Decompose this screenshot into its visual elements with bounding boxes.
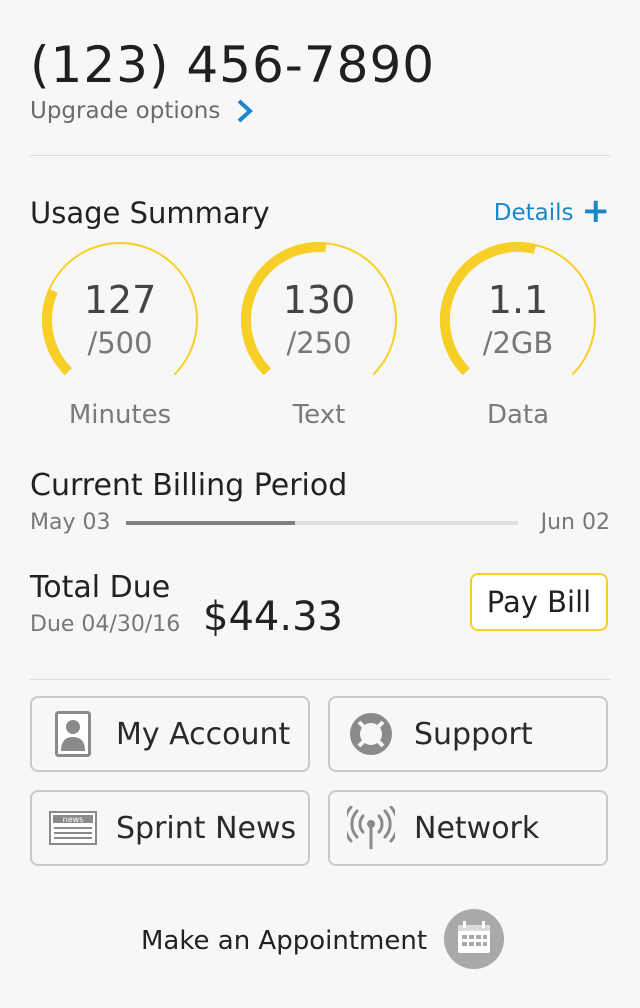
phone-number: (123) 456-7890 bbox=[30, 36, 436, 94]
support-button[interactable]: Support bbox=[328, 696, 608, 772]
gauge-label: Minutes bbox=[68, 400, 172, 430]
gauge-minutes: 127 /500 Minutes bbox=[40, 240, 200, 430]
make-appointment-label: Make an Appointment bbox=[141, 926, 428, 956]
news-icon-text: news bbox=[63, 815, 84, 824]
sprint-news-button[interactable]: news Sprint News bbox=[30, 790, 310, 866]
billing-progress-fill bbox=[126, 521, 295, 525]
divider bbox=[30, 679, 610, 680]
gauge-label: Text bbox=[292, 400, 346, 430]
account-icon bbox=[38, 709, 108, 759]
my-account-label: My Account bbox=[116, 716, 291, 752]
pay-bill-button[interactable]: Pay Bill bbox=[470, 573, 608, 631]
due-date: Due 04/30/16 bbox=[30, 612, 181, 637]
details-link[interactable]: Details + bbox=[493, 191, 611, 231]
total-amount: $44.33 bbox=[203, 594, 343, 640]
lifebuoy-icon bbox=[336, 709, 406, 759]
gauge-total-value: /250 bbox=[286, 326, 352, 360]
gauge-used-value: 130 bbox=[282, 278, 356, 322]
details-label: Details bbox=[493, 200, 574, 226]
billing-period-title: Current Billing Period bbox=[30, 468, 348, 503]
gauge-used-value: 127 bbox=[83, 278, 157, 322]
calendar-icon bbox=[443, 908, 505, 974]
upgrade-options-label: Upgrade options bbox=[30, 98, 221, 124]
gauge-text: 130 /250 Text bbox=[239, 240, 399, 430]
news-icon: news bbox=[38, 803, 108, 853]
billing-end-date: Jun 02 bbox=[540, 510, 610, 535]
my-account-button[interactable]: My Account bbox=[30, 696, 310, 772]
gauge-total-value: /500 bbox=[87, 326, 153, 360]
total-due-title: Total Due bbox=[30, 570, 171, 605]
billing-start-date: May 03 bbox=[30, 510, 111, 535]
billing-progress-bar bbox=[126, 521, 518, 525]
plus-icon: + bbox=[581, 191, 611, 231]
gauge-total-value: /2GB bbox=[482, 326, 554, 360]
make-appointment-link[interactable]: Make an Appointment bbox=[141, 908, 505, 974]
chevron-right-icon bbox=[238, 99, 254, 123]
network-button[interactable]: Network bbox=[328, 790, 608, 866]
gauge-label: Data bbox=[486, 400, 550, 430]
divider bbox=[30, 155, 610, 156]
gauge-data: 1.1 /2GB Data bbox=[438, 240, 598, 430]
upgrade-options-link[interactable]: Upgrade options bbox=[30, 98, 256, 124]
network-icon bbox=[336, 803, 406, 853]
support-label: Support bbox=[414, 716, 533, 752]
gauge-used-value: 1.1 bbox=[487, 278, 549, 322]
network-label: Network bbox=[414, 810, 540, 846]
sprint-news-label: Sprint News bbox=[116, 810, 297, 846]
usage-summary-title: Usage Summary bbox=[30, 196, 270, 230]
